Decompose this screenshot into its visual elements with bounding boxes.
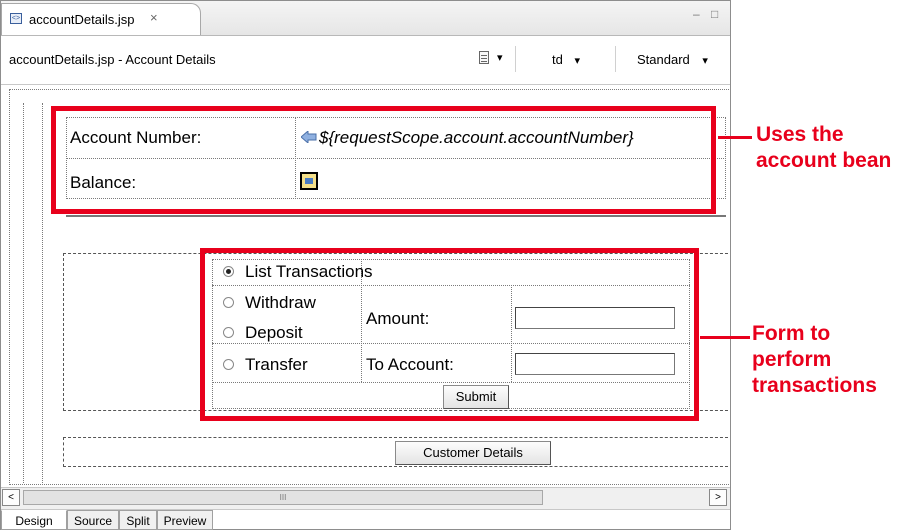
bean-callout: Uses the account bean bbox=[756, 123, 892, 172]
close-tab-icon[interactable]: × bbox=[150, 10, 158, 25]
scroll-right-icon[interactable]: > bbox=[709, 489, 727, 506]
customer-details-button[interactable]: Customer Details bbox=[395, 441, 551, 465]
design-canvas[interactable]: Account Number: ${requestScope.account.a… bbox=[1, 85, 730, 485]
tab-source[interactable]: Source bbox=[67, 510, 119, 530]
editor-tab-accountdetails[interactable]: <> accountDetails.jsp × bbox=[1, 3, 201, 35]
scroll-left-icon[interactable]: < bbox=[2, 489, 20, 506]
page-path-title: accountDetails.jsp - Account Details bbox=[9, 52, 216, 67]
account-bean-highlight bbox=[51, 106, 716, 214]
layout-column-guide bbox=[23, 103, 43, 483]
mode-selector-label: Standard bbox=[637, 52, 690, 67]
editor-tab-label: accountDetails.jsp bbox=[29, 12, 135, 27]
tab-split[interactable]: Split bbox=[119, 510, 157, 530]
page-icon bbox=[479, 51, 489, 64]
editor-tab-bar: <> accountDetails.jsp × – □ bbox=[1, 1, 730, 36]
jsp-file-icon: <> bbox=[10, 13, 22, 24]
transaction-form-highlight bbox=[200, 248, 699, 421]
maximize-icon[interactable]: □ bbox=[711, 7, 718, 21]
tab-preview[interactable]: Preview bbox=[157, 510, 213, 530]
minimize-icon[interactable]: – bbox=[693, 7, 700, 21]
scrollbar-thumb[interactable]: III bbox=[23, 490, 543, 505]
tag-selector-dropdown[interactable]: td ▾ bbox=[552, 52, 580, 67]
header-separator bbox=[615, 46, 616, 72]
tab-design[interactable]: Design bbox=[1, 510, 67, 530]
header-separator bbox=[515, 46, 516, 72]
horizontal-rule bbox=[66, 215, 726, 217]
chevron-down-icon: ▾ bbox=[702, 55, 708, 67]
mode-selector-dropdown[interactable]: Standard ▾ bbox=[637, 52, 708, 67]
horizontal-scrollbar[interactable]: < III > bbox=[1, 487, 730, 510]
tag-selector-label: td bbox=[552, 52, 563, 67]
bean-callout-line bbox=[718, 136, 752, 139]
jsp-editor: <> accountDetails.jsp × – □ accountDetai… bbox=[0, 0, 731, 530]
page-designer-header: accountDetails.jsp - Account Details ▾ t… bbox=[1, 36, 730, 85]
form-callout: Form to perform transactions bbox=[752, 322, 877, 397]
chevron-down-icon: ▾ bbox=[497, 52, 503, 64]
form-callout-line bbox=[700, 336, 750, 339]
chevron-down-icon: ▾ bbox=[574, 55, 580, 67]
